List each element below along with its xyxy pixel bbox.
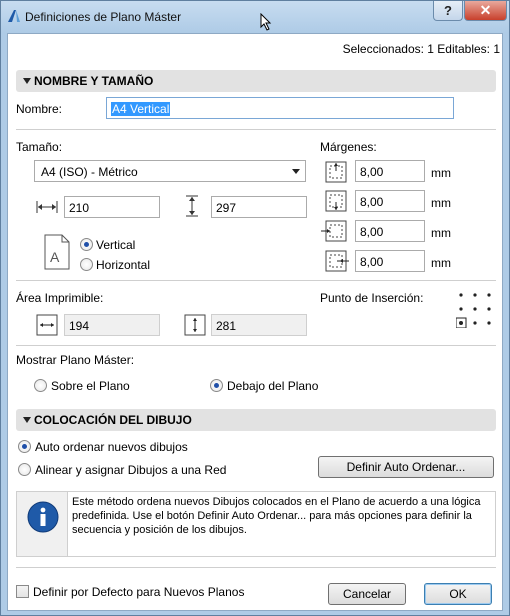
name-value: A4 Vertical [111, 102, 171, 116]
paper-size-value: A4 (ISO) - Métrico [41, 165, 138, 179]
top-margin-input[interactable]: 8,00 [355, 160, 425, 182]
title-bar[interactable]: Definiciones de Plano Máster ? ✕ [1, 1, 509, 33]
horizontal-label: Horizontal [96, 258, 151, 272]
width-arrows-icon [36, 201, 58, 213]
radio-horizontal[interactable] [80, 258, 93, 271]
debajo-plano-label: Debajo del Plano [227, 379, 319, 393]
right-margin-icon [325, 250, 349, 272]
page-letter: A [50, 249, 60, 265]
unit-label: mm [431, 196, 451, 210]
define-auto-order-button[interactable]: Definir Auto Ordenar... [318, 456, 494, 478]
height-input[interactable]: 297 [211, 196, 307, 218]
left-margin-input[interactable]: 8,00 [355, 220, 425, 242]
radio-debajo-plano[interactable] [210, 379, 223, 392]
bottom-margin-input[interactable]: 8,00 [355, 190, 425, 212]
mouse-pointer-icon [260, 13, 272, 31]
help-button[interactable]: ? [433, 1, 463, 21]
window-title: Definiciones de Plano Máster [25, 10, 182, 24]
unit-label: mm [431, 166, 451, 180]
dialog-body: Seleccionados: 1 Editables: 1 NOMBRE Y T… [7, 33, 503, 611]
archicad-app-icon [8, 10, 20, 22]
margins-label: Márgenes: [320, 140, 377, 154]
paper-size-dropdown[interactable]: A4 (ISO) - Métrico [34, 160, 306, 182]
ok-button[interactable]: OK [424, 583, 492, 605]
vertical-label: Vertical [96, 238, 136, 252]
sobre-plano-label: Sobre el Plano [51, 379, 130, 393]
printable-width-value: 194 [64, 314, 160, 336]
radio-alinear-red[interactable] [18, 463, 31, 476]
collapse-triangle-icon [23, 78, 31, 84]
selection-status: Seleccionados: 1 Editables: 1 [342, 42, 500, 56]
size-label: Tamaño: [16, 140, 63, 154]
info-text: Este método ordena nuevos Dibujos coloca… [67, 492, 495, 556]
bottom-margin-icon [325, 190, 347, 212]
page-orientation-icon: A [44, 234, 70, 270]
separator [16, 345, 496, 346]
separator [16, 129, 496, 130]
default-new-sheets-label: Definir por Defecto para Nuevos Planos [33, 585, 245, 599]
section-title: NOMBRE Y TAMAÑO [34, 74, 154, 88]
left-margin-icon [321, 220, 347, 242]
auto-ordenar-label: Auto ordenar nuevos dibujos [35, 440, 188, 454]
info-icon [27, 501, 59, 533]
insertion-point-label: Punto de Inserción: [320, 291, 424, 305]
printable-area-label: Área Imprimible: [16, 291, 104, 305]
unit-label: mm [431, 256, 451, 270]
separator [16, 567, 496, 568]
default-new-sheets-checkbox[interactable] [16, 585, 29, 598]
width-input[interactable]: 210 [64, 196, 160, 218]
dialog-window: Definiciones de Plano Máster ? ✕ Selecci… [0, 0, 510, 616]
radio-vertical[interactable] [80, 238, 93, 251]
alinear-red-label: Alinear y asignar Dibujos a una Red [35, 463, 227, 477]
section-title: COLOCACIÓN DEL DIBUJO [34, 413, 192, 427]
separator [16, 280, 496, 281]
name-input[interactable]: A4 Vertical [106, 97, 454, 119]
height-arrows-icon [186, 195, 198, 217]
close-button[interactable]: ✕ [464, 1, 507, 21]
show-master-label: Mostrar Plano Máster: [16, 353, 135, 367]
section-colocacion-dibujo[interactable]: COLOCACIÓN DEL DIBUJO [16, 409, 496, 431]
info-panel: Este método ordena nuevos Dibujos coloca… [16, 491, 496, 557]
top-margin-icon [325, 161, 347, 183]
section-nombre-tamano[interactable]: NOMBRE Y TAMAÑO [16, 70, 496, 92]
radio-sobre-plano[interactable] [34, 379, 47, 392]
printable-height-value: 281 [211, 314, 307, 336]
printable-height-icon [184, 314, 206, 336]
printable-width-icon [36, 314, 58, 336]
right-margin-input[interactable]: 8,00 [355, 250, 425, 272]
insertion-point-grid-icon[interactable] [456, 290, 494, 328]
chevron-down-icon [292, 169, 300, 174]
cancel-button[interactable]: Cancelar [328, 583, 406, 605]
unit-label: mm [431, 226, 451, 240]
collapse-triangle-icon [23, 417, 31, 423]
name-label: Nombre: [16, 102, 63, 116]
radio-auto-ordenar[interactable] [18, 440, 31, 453]
